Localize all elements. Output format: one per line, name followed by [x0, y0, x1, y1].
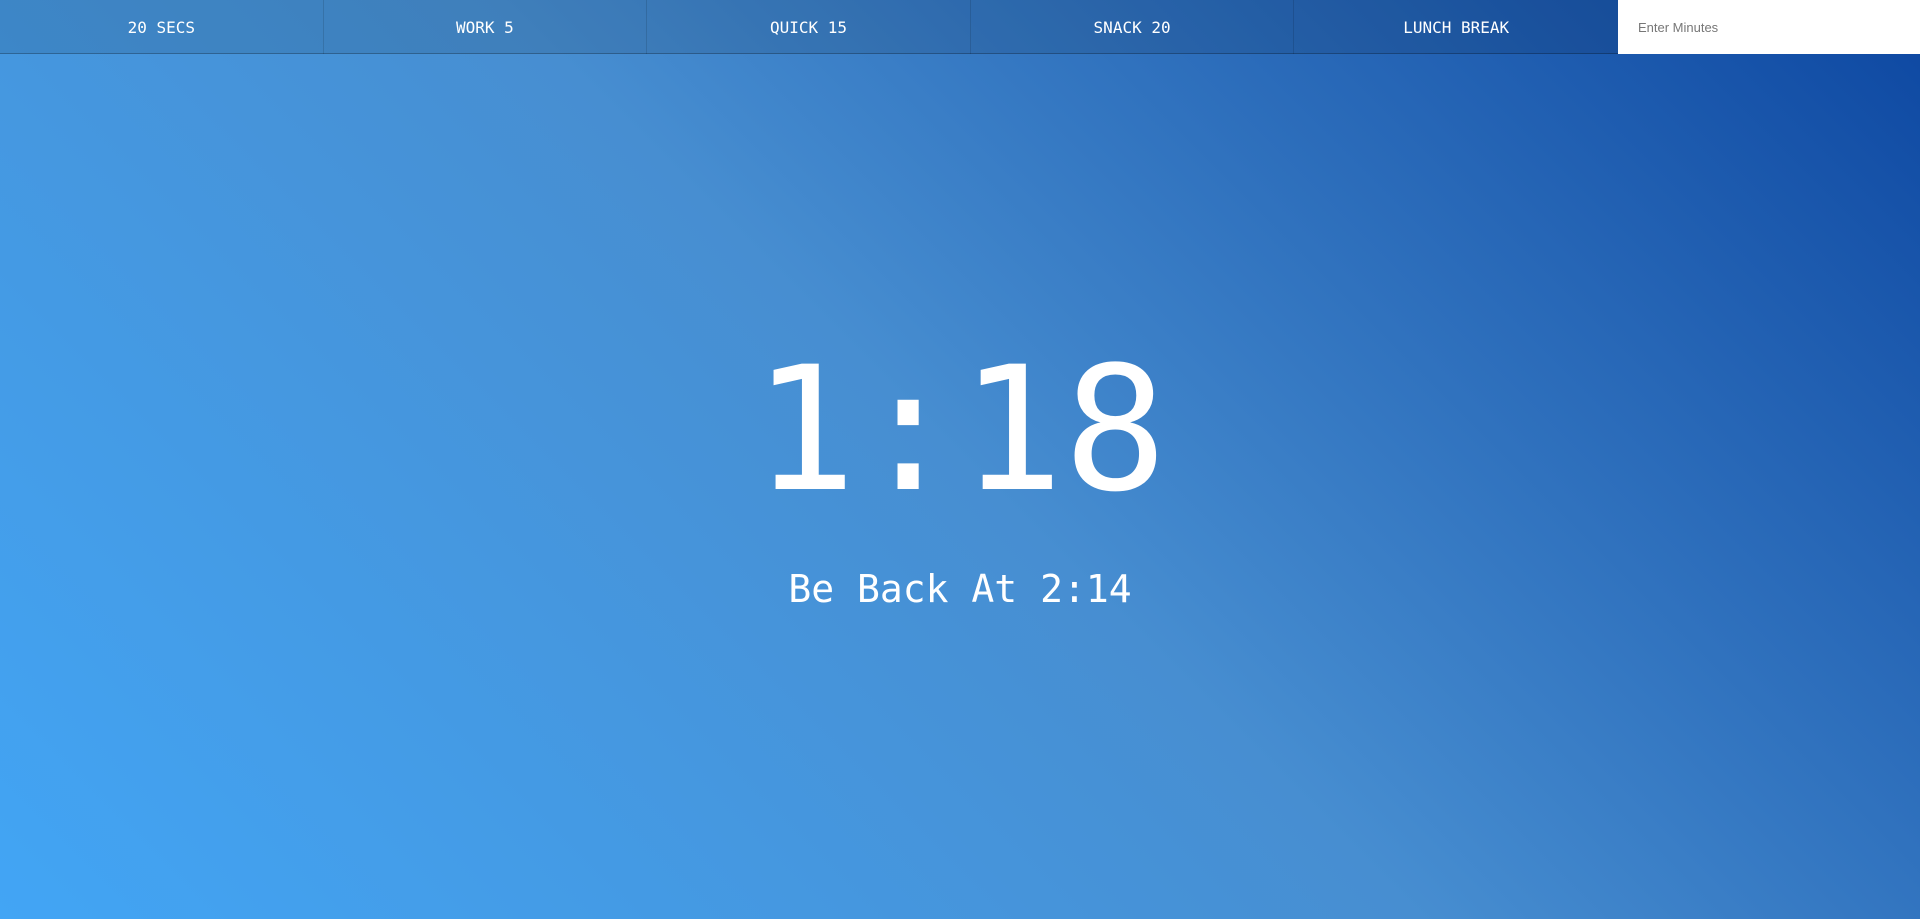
timer-controls: 20 Secs Work 5 Quick 15 Snack 20 Lunch B…	[0, 0, 1920, 54]
timer-button-20-secs[interactable]: 20 Secs	[0, 0, 324, 54]
timer-button-work-5[interactable]: Work 5	[323, 0, 648, 54]
minutes-input[interactable]	[1617, 0, 1920, 54]
timer-display: 1:18 Be Back At 2:14	[0, 54, 1920, 919]
timer-button-lunch-break[interactable]: Lunch Break	[1294, 0, 1618, 54]
timer-button-snack-20[interactable]: Snack 20	[970, 0, 1295, 54]
custom-minutes-form	[1617, 0, 1920, 54]
end-time-display: Be Back At 2:14	[788, 567, 1132, 611]
timer-button-quick-15[interactable]: Quick 15	[647, 0, 971, 54]
time-left-display: 1:18	[752, 329, 1168, 530]
